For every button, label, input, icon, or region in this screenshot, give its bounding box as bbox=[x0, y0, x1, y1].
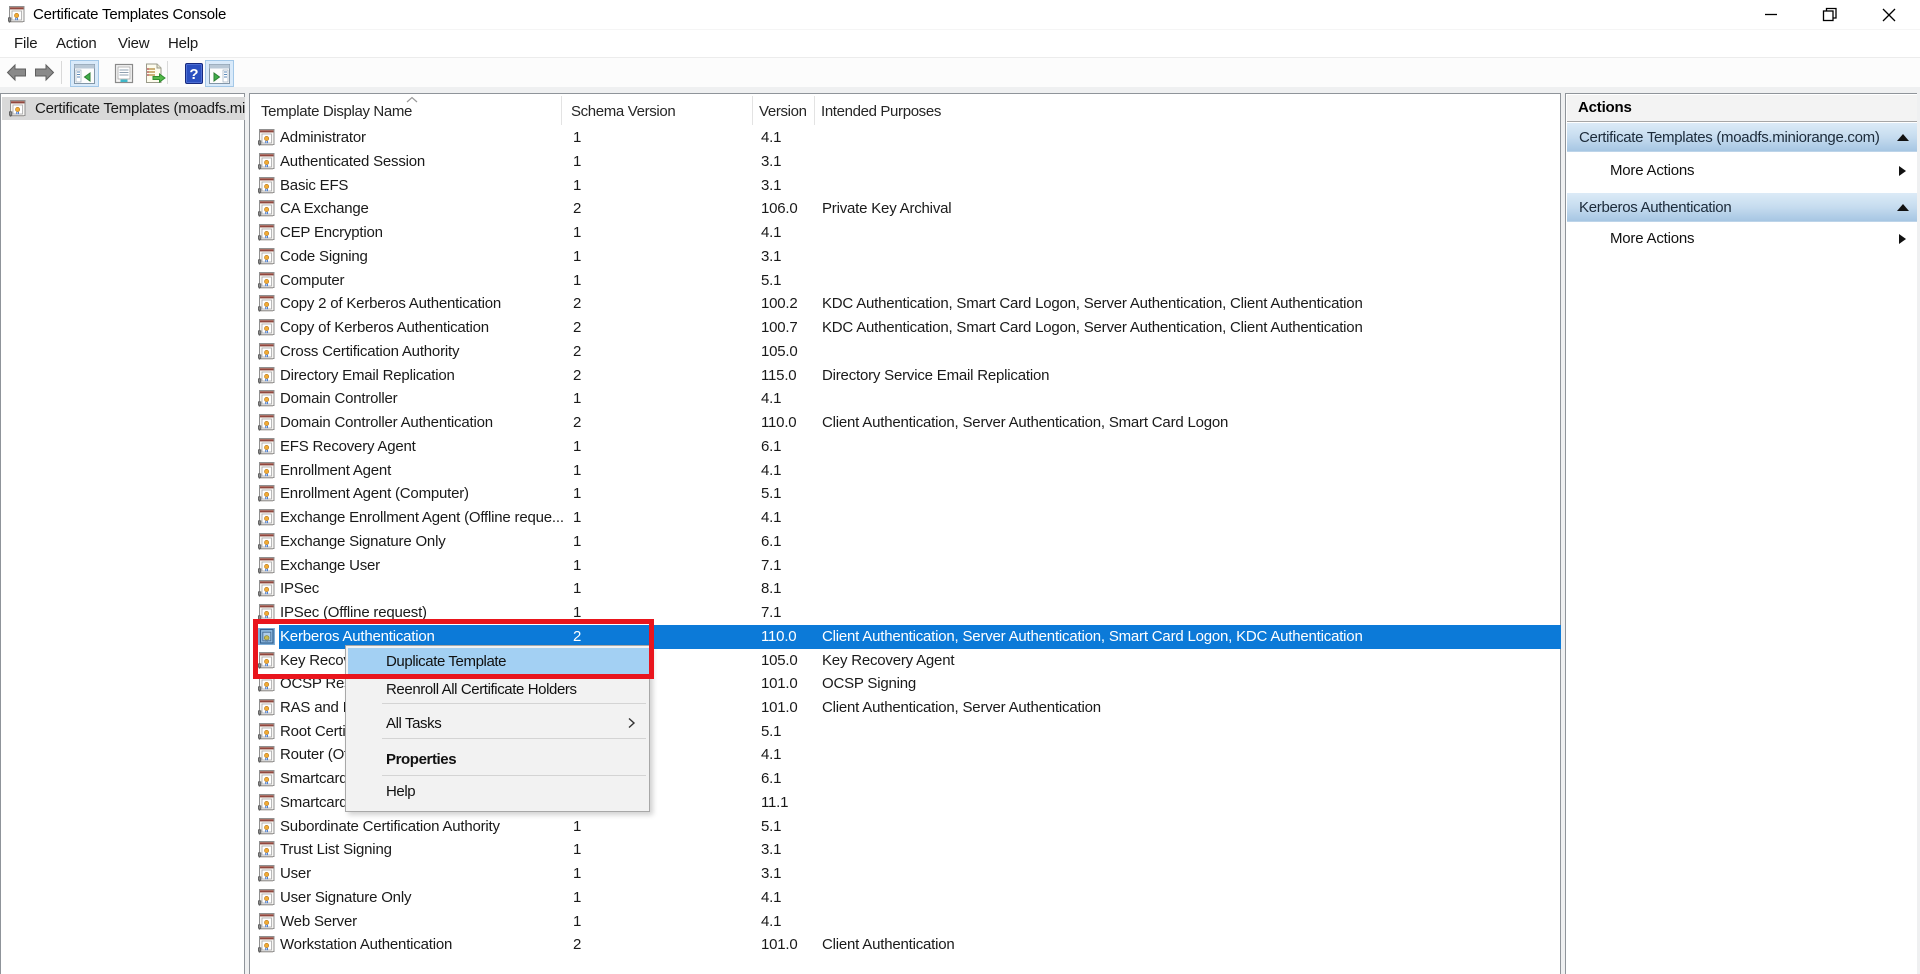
svg-text:?: ? bbox=[189, 66, 198, 83]
